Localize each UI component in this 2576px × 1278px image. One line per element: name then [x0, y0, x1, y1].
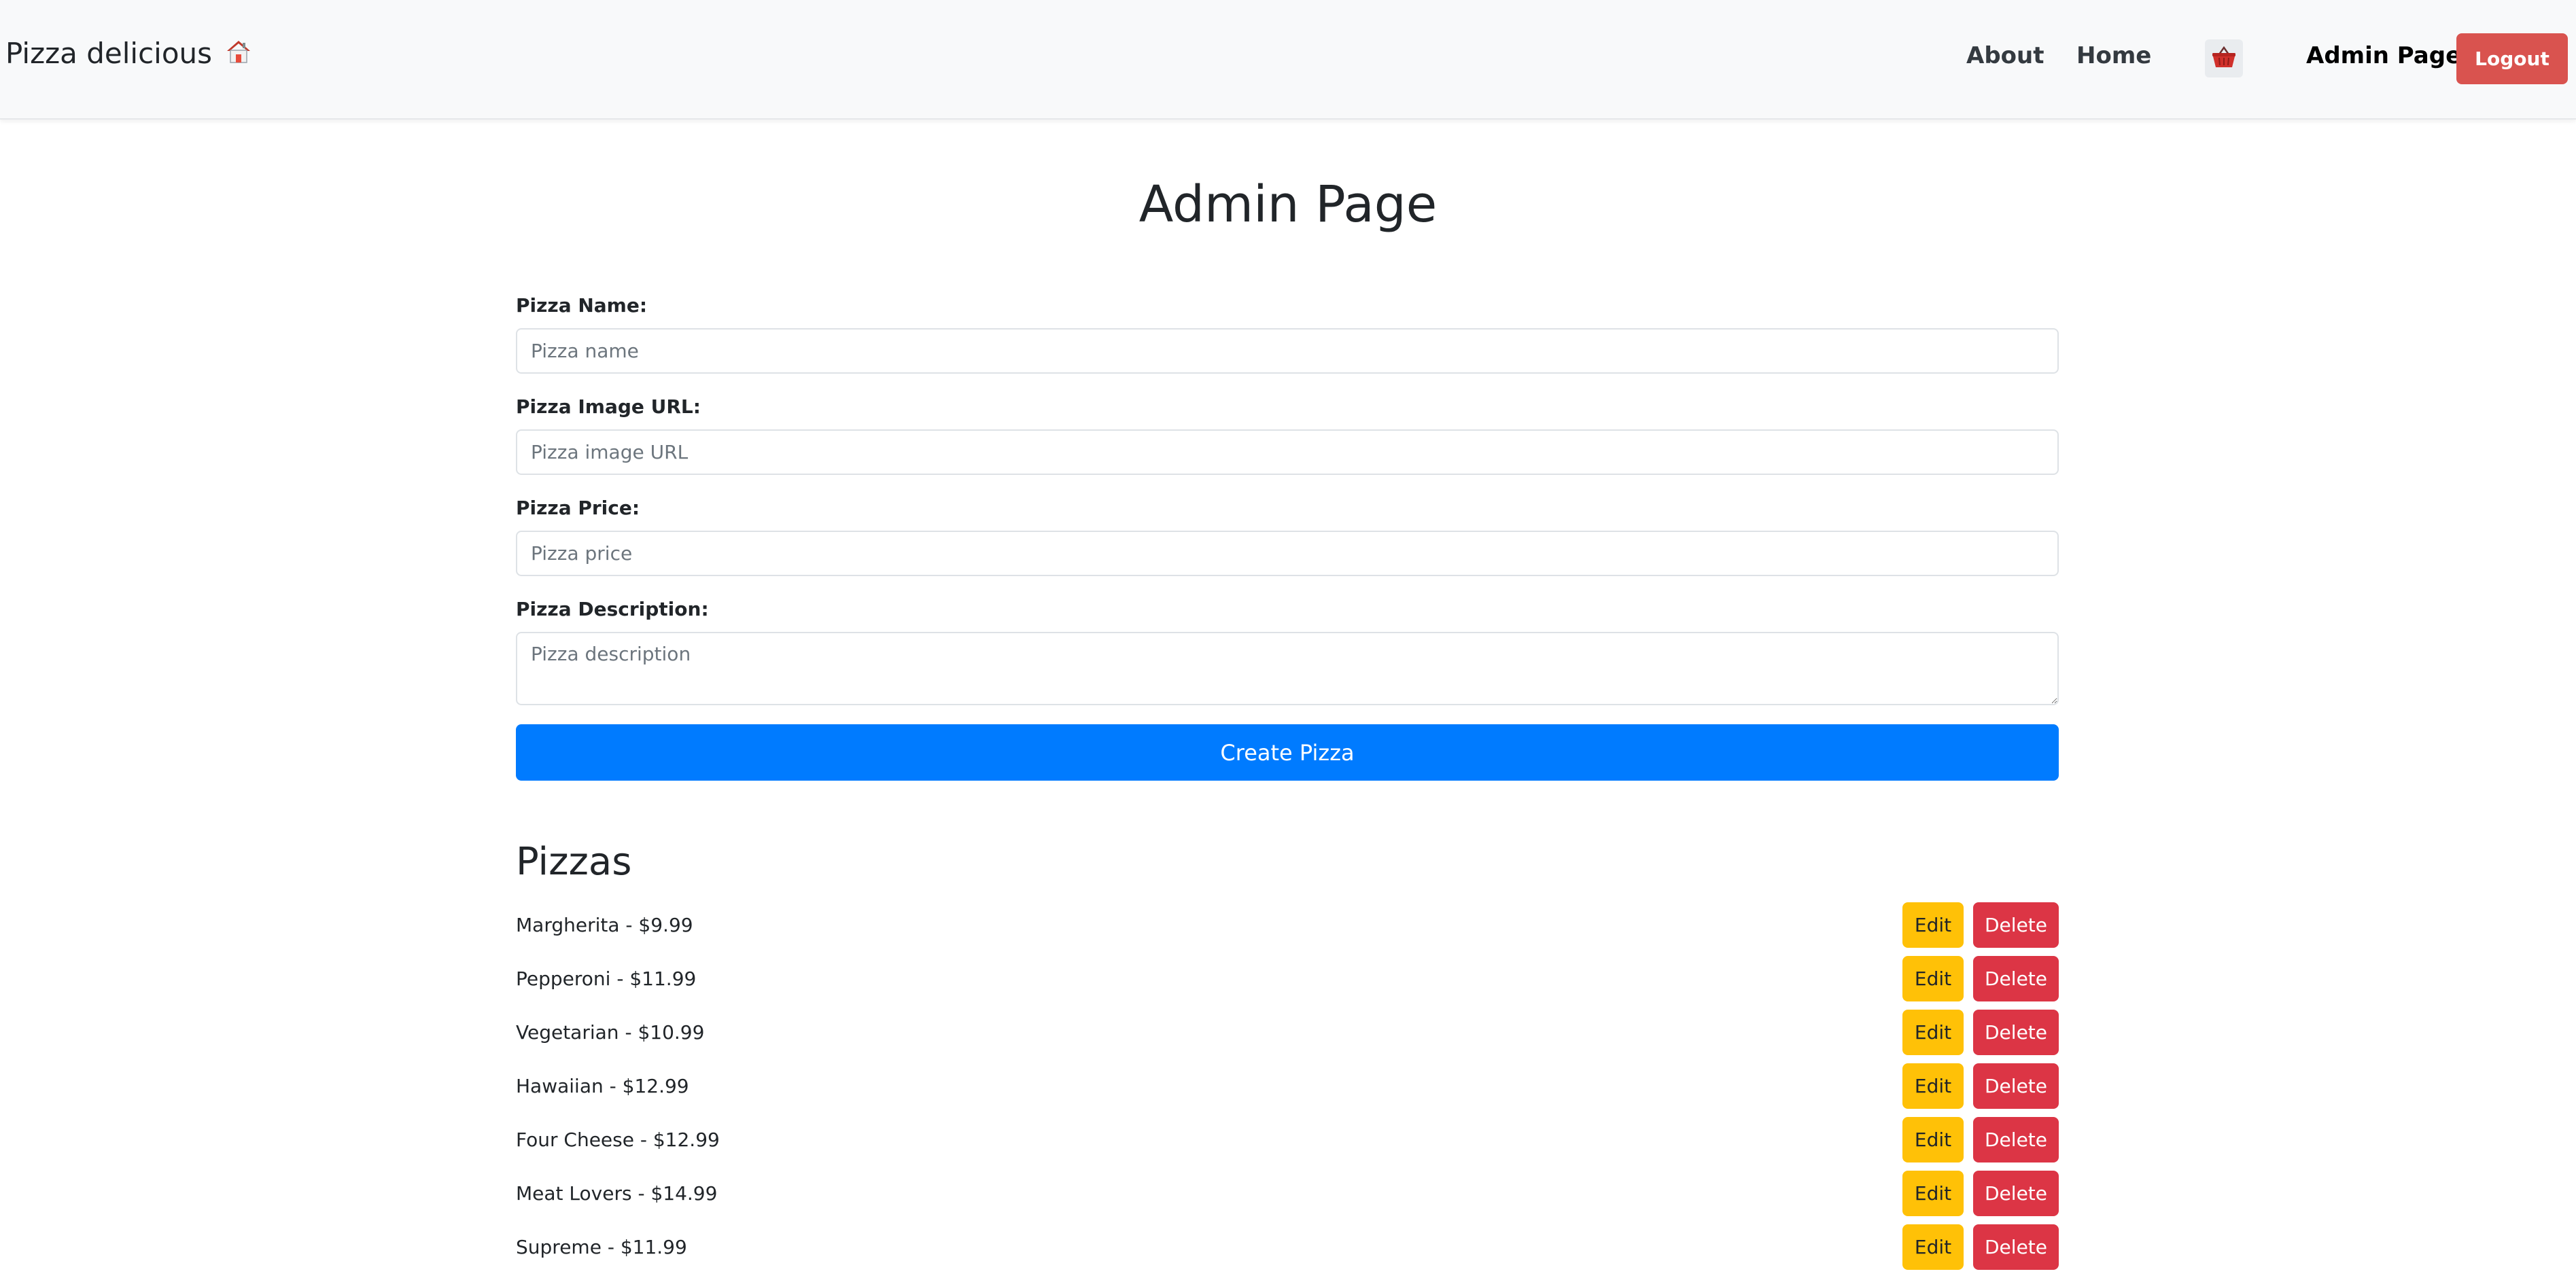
create-pizza-form: Pizza Name: Pizza Image URL: Pizza Price…: [516, 292, 2059, 705]
pizza-image-label: Pizza Image URL:: [516, 395, 701, 418]
pizza-image-group: Pizza Image URL:: [516, 393, 2059, 495]
edit-button[interactable]: Edit: [1902, 1171, 1964, 1216]
create-pizza-button[interactable]: Create Pizza: [516, 724, 2059, 781]
pizza-name-label: Pizza Name:: [516, 294, 648, 317]
pizza-item-text: Supreme - $11.99: [516, 1236, 687, 1258]
pizza-row: Four Cheese - $12.99 Edit Delete: [516, 1117, 2059, 1171]
navbar: Pizza delicious About Home Admin Page Lo…: [0, 0, 2576, 120]
basket-icon: [2210, 45, 2238, 72]
pizzas-heading: Pizzas: [516, 840, 632, 884]
edit-button[interactable]: Edit: [1902, 902, 1964, 948]
edit-button[interactable]: Edit: [1902, 1063, 1964, 1109]
pizza-item-text: Margherita - $9.99: [516, 914, 693, 936]
pizza-row: Hawaiian - $12.99 Edit Delete: [516, 1063, 2059, 1117]
delete-button[interactable]: Delete: [1973, 1063, 2059, 1109]
edit-button[interactable]: Edit: [1902, 1117, 1964, 1162]
delete-button[interactable]: Delete: [1973, 1171, 2059, 1216]
pizza-item-text: Hawaiian - $12.99: [516, 1075, 689, 1097]
pizza-row: Vegetarian - $10.99 Edit Delete: [516, 1010, 2059, 1063]
pizza-description-label: Pizza Description:: [516, 598, 709, 620]
pizza-description-group: Pizza Description:: [516, 596, 2059, 705]
delete-button[interactable]: Delete: [1973, 1224, 2059, 1270]
pizza-item-text: Meat Lovers - $14.99: [516, 1182, 718, 1205]
pizza-image-input[interactable]: [516, 429, 2059, 475]
pizza-list: Margherita - $9.99 Edit Delete Pepperoni…: [516, 902, 2059, 1278]
edit-button[interactable]: Edit: [1902, 1010, 1964, 1055]
pizza-price-group: Pizza Price:: [516, 495, 2059, 596]
nav-link-about[interactable]: About: [1966, 42, 2044, 69]
brand-link[interactable]: Pizza delicious: [5, 33, 251, 73]
pizza-item-text: Vegetarian - $10.99: [516, 1021, 705, 1044]
cart-button[interactable]: [2205, 39, 2243, 77]
nav-link-admin[interactable]: Admin Page: [2306, 42, 2461, 69]
delete-button[interactable]: Delete: [1973, 1117, 2059, 1162]
pizza-price-label: Pizza Price:: [516, 497, 640, 519]
pizza-item-text: Four Cheese - $12.99: [516, 1129, 720, 1151]
nav-link-home[interactable]: Home: [2076, 42, 2151, 69]
pizza-description-textarea[interactable]: [516, 632, 2059, 705]
pizza-row: Margherita - $9.99 Edit Delete: [516, 902, 2059, 956]
pizza-name-group: Pizza Name:: [516, 292, 2059, 393]
pizza-item-text: Pepperoni - $11.99: [516, 968, 697, 990]
edit-button[interactable]: Edit: [1902, 1224, 1964, 1270]
logout-button[interactable]: Logout: [2456, 33, 2568, 84]
pizza-row: Meat Lovers - $14.99 Edit Delete: [516, 1171, 2059, 1224]
pizza-row: Supreme - $11.99 Edit Delete: [516, 1224, 2059, 1278]
brand-name: Pizza delicious: [5, 36, 213, 70]
delete-button[interactable]: Delete: [1973, 1010, 2059, 1055]
pizza-row: Pepperoni - $11.99 Edit Delete: [516, 956, 2059, 1010]
pizza-price-input[interactable]: [516, 531, 2059, 576]
home-icon: [226, 38, 251, 64]
delete-button[interactable]: Delete: [1973, 902, 2059, 948]
pizza-name-input[interactable]: [516, 328, 2059, 374]
edit-button[interactable]: Edit: [1902, 956, 1964, 1001]
page-title: Admin Page: [1138, 175, 1438, 234]
delete-button[interactable]: Delete: [1973, 956, 2059, 1001]
